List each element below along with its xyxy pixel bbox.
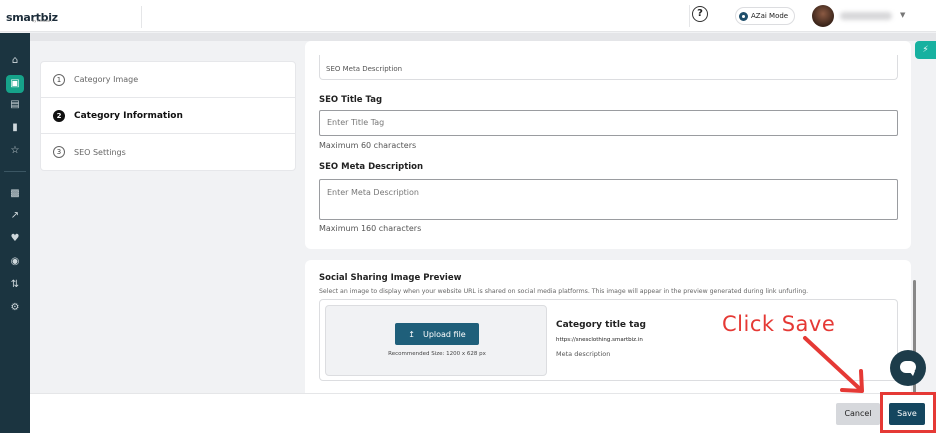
seo-title-tag-input[interactable]: Enter Title Tag (319, 110, 898, 136)
seo-meta-description-label: SEO Meta Description (319, 162, 424, 172)
annotation-highlight-box (880, 392, 936, 433)
step-label: SEO Settings (74, 147, 126, 157)
steps-nav: 1 Category Image 2 Category Information … (40, 61, 296, 171)
home-icon[interactable]: ⌂ (6, 52, 24, 70)
step-category-information[interactable]: 2 Category Information (41, 98, 295, 134)
settings-icon[interactable]: ⚙ (6, 299, 24, 317)
step-label: Category Image (74, 75, 139, 84)
cancel-button[interactable]: Cancel (836, 403, 880, 425)
chat-widget-button[interactable] (890, 350, 926, 386)
chat-bubble-icon (900, 361, 916, 376)
logo[interactable]: smartbiz by Amazon (6, 6, 142, 28)
step-category-image[interactable]: 1 Category Image (41, 62, 295, 98)
chevron-down-icon[interactable]: ▼ (900, 11, 905, 19)
avatar[interactable] (812, 5, 834, 27)
social-sharing-description: Select an image to display when your web… (319, 288, 809, 295)
preview-description: Meta description (556, 350, 611, 358)
step-number: 2 (53, 109, 65, 122)
sidebar: ⌂ ▣ ▤ ▮ ☆ ▩ ↗ ♥ ◉ ⇅ ⚙ (0, 33, 30, 433)
azai-mode-toggle[interactable]: AZai Mode (735, 7, 796, 25)
preview-url: https://snesclothing.smartbiz.in (556, 337, 643, 343)
logo-subtext: by Amazon (32, 19, 52, 23)
lightning-icon[interactable]: ⚡ (915, 41, 936, 59)
seo-meta-description-preview: SEO Meta Description (319, 55, 898, 80)
azai-icon (739, 11, 748, 21)
bar-chart-icon[interactable]: ▮ (6, 119, 24, 137)
upload-area[interactable]: ↥ Upload file Recommended Size: 1200 x 6… (325, 305, 547, 376)
star-icon[interactable]: ☆ (6, 142, 24, 160)
upload-file-button[interactable]: ↥ Upload file (395, 323, 479, 345)
help-button[interactable]: ? (689, 5, 711, 27)
clipboard-icon[interactable]: ▤ (6, 96, 24, 114)
page-header-strip (30, 33, 936, 41)
upload-file-label: Upload file (422, 329, 466, 339)
footer-bar: Cancel Save (30, 393, 936, 433)
annotation-text: Click Save (722, 312, 836, 336)
annotation-arrow-icon (803, 336, 864, 393)
top-bar: smartbiz by Amazon ? AZai Mode ▼ (0, 0, 936, 32)
store-icon[interactable]: ▩ (6, 185, 24, 203)
sort-icon[interactable]: ⇅ (6, 276, 24, 294)
azai-mode-label: AZai Mode (751, 12, 789, 20)
step-label: Category Information (74, 110, 183, 121)
upload-icon: ↥ (408, 329, 415, 339)
sidebar-divider (4, 171, 26, 172)
social-sharing-title: Social Sharing Image Preview (319, 273, 462, 283)
chat-icon[interactable]: ◉ (6, 253, 24, 271)
seo-meta-description-input[interactable]: Enter Meta Description (319, 179, 898, 220)
step-seo-settings[interactable]: 3 SEO Settings (41, 134, 295, 170)
seo-meta-description-hint: Maximum 160 characters (319, 224, 422, 233)
user-name-blurred[interactable] (840, 12, 892, 20)
badge-icon[interactable]: ♥ (6, 230, 24, 248)
step-number: 1 (53, 73, 65, 86)
help-icon: ? (692, 6, 708, 22)
trend-icon[interactable]: ↗ (6, 207, 24, 225)
seo-title-tag-label: SEO Title Tag (319, 95, 383, 105)
seo-card: SEO Meta Description SEO Title Tag Enter… (305, 41, 911, 249)
cube-icon[interactable]: ▣ (6, 75, 24, 93)
step-number: 3 (53, 146, 65, 158)
recommended-size: Recommended Size: 1200 x 628 px (388, 351, 486, 357)
seo-title-tag-hint: Maximum 60 characters (319, 141, 417, 150)
preview-title: Category title tag (556, 320, 646, 330)
